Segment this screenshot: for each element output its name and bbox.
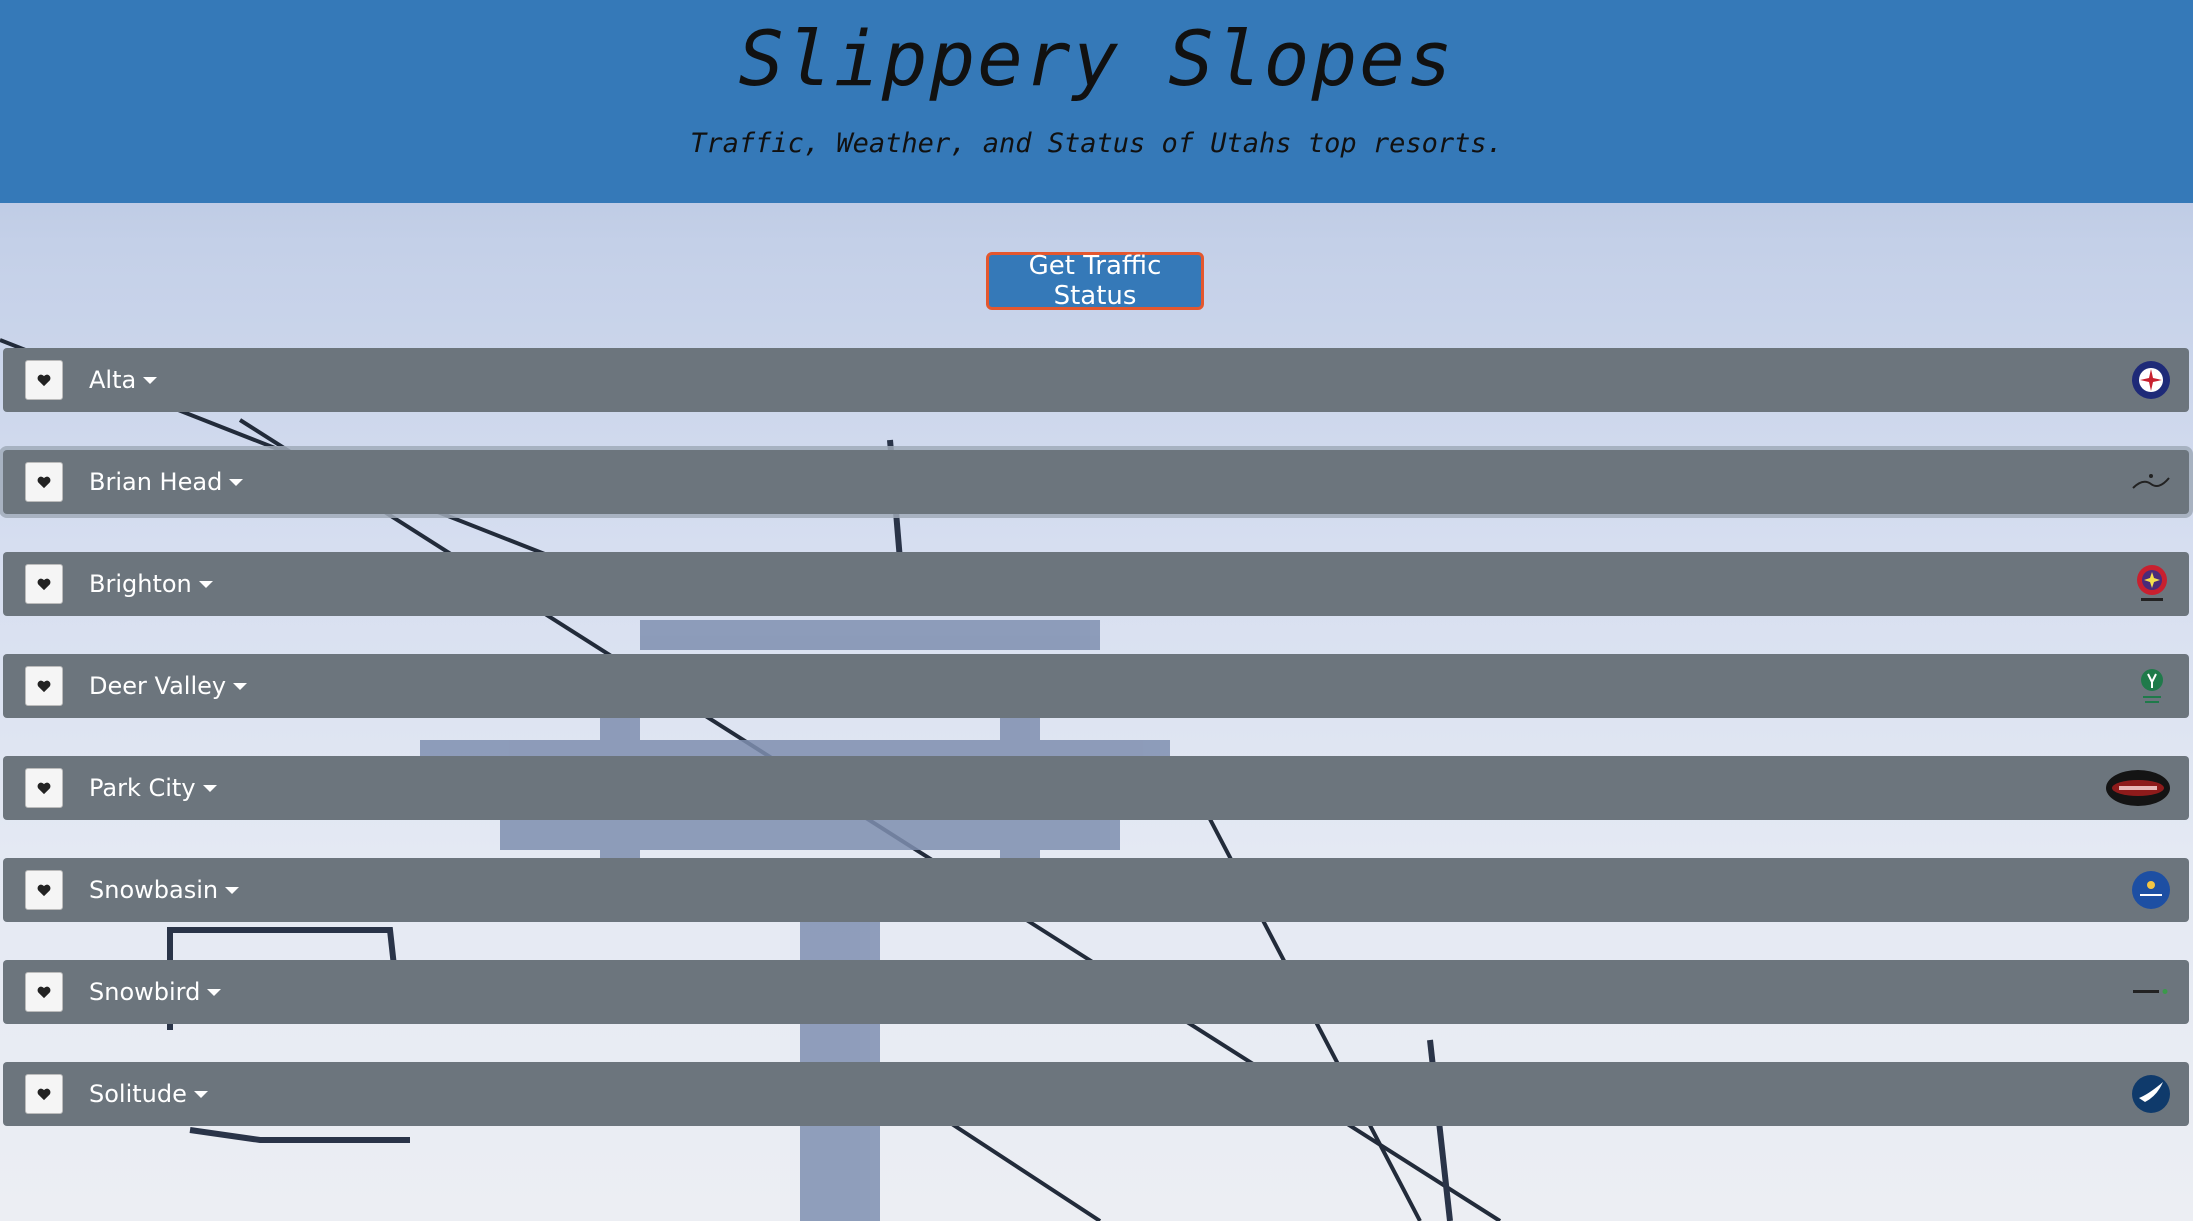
solitude-logo-icon — [2131, 1072, 2171, 1116]
resort-name: Park City — [89, 774, 196, 802]
heart-icon — [37, 1088, 51, 1101]
snowbird-logo-icon — [2131, 970, 2171, 1014]
favorite-button[interactable] — [25, 972, 63, 1012]
resort-row-brighton: Brighton — [3, 552, 2189, 616]
get-traffic-status-button[interactable]: Get Traffic Status — [986, 251, 1204, 311]
caret-down-icon — [202, 784, 217, 792]
caret-down-icon — [143, 376, 158, 384]
resort-row-alta: Alta — [3, 348, 2189, 412]
resort-row-brian-head: Brian Head — [3, 450, 2189, 514]
alta-logo-icon — [2131, 358, 2171, 402]
deer-valley-logo-icon — [2135, 664, 2169, 708]
resort-dropdown-toggle[interactable]: Brighton — [89, 552, 213, 616]
park-city-logo-icon — [2105, 766, 2171, 810]
resort-name: Brighton — [89, 570, 192, 598]
brighton-logo-icon — [2135, 562, 2169, 606]
favorite-button[interactable] — [25, 768, 63, 808]
resort-dropdown-toggle[interactable]: Brian Head — [89, 450, 244, 514]
resort-dropdown-toggle[interactable]: Solitude — [89, 1062, 208, 1126]
caret-down-icon — [233, 682, 248, 690]
caret-down-icon — [229, 478, 244, 486]
heart-icon — [37, 680, 51, 693]
resort-dropdown-toggle[interactable]: Deer Valley — [89, 654, 248, 718]
caret-down-icon — [198, 580, 213, 588]
resort-row-park-city: Park City — [3, 756, 2189, 820]
resort-name: Brian Head — [89, 468, 223, 496]
heart-icon — [37, 884, 51, 897]
resort-dropdown-toggle[interactable]: Snowbird — [89, 960, 222, 1024]
caret-down-icon — [225, 886, 240, 894]
favorite-button[interactable] — [25, 870, 63, 910]
favorite-button[interactable] — [25, 1074, 63, 1114]
favorite-button[interactable] — [25, 360, 63, 400]
resort-name: Snowbasin — [89, 876, 219, 904]
site-header: Slippery Slopes Traffic, Weather, and St… — [0, 0, 2193, 203]
resort-row-deer-valley: Deer Valley — [3, 654, 2189, 718]
resort-dropdown-toggle[interactable]: Park City — [89, 756, 217, 820]
heart-icon — [37, 782, 51, 795]
caret-down-icon — [207, 988, 222, 996]
site-title: Slippery Slopes — [738, 14, 1455, 103]
favorite-button[interactable] — [25, 462, 63, 502]
resort-row-snowbasin: Snowbasin — [3, 858, 2189, 922]
favorite-button[interactable] — [25, 564, 63, 604]
resort-dropdown-toggle[interactable]: Snowbasin — [89, 858, 240, 922]
snowbasin-logo-icon — [2131, 868, 2171, 912]
resort-name: Snowbird — [89, 978, 201, 1006]
resort-row-solitude: Solitude — [3, 1062, 2189, 1126]
heart-icon — [37, 578, 51, 591]
resort-name: Solitude — [89, 1080, 187, 1108]
heart-icon — [37, 476, 51, 489]
resort-row-snowbird: Snowbird — [3, 960, 2189, 1024]
heart-icon — [37, 374, 51, 387]
caret-down-icon — [193, 1090, 208, 1098]
resort-name: Deer Valley — [89, 672, 227, 700]
brian-head-logo-icon — [2131, 460, 2171, 504]
favorite-button[interactable] — [25, 666, 63, 706]
heart-icon — [37, 986, 51, 999]
resort-dropdown-toggle[interactable]: Alta — [89, 348, 158, 412]
resort-name: Alta — [89, 366, 137, 394]
site-subtitle: Traffic, Weather, and Status of Utahs to… — [690, 128, 1503, 159]
